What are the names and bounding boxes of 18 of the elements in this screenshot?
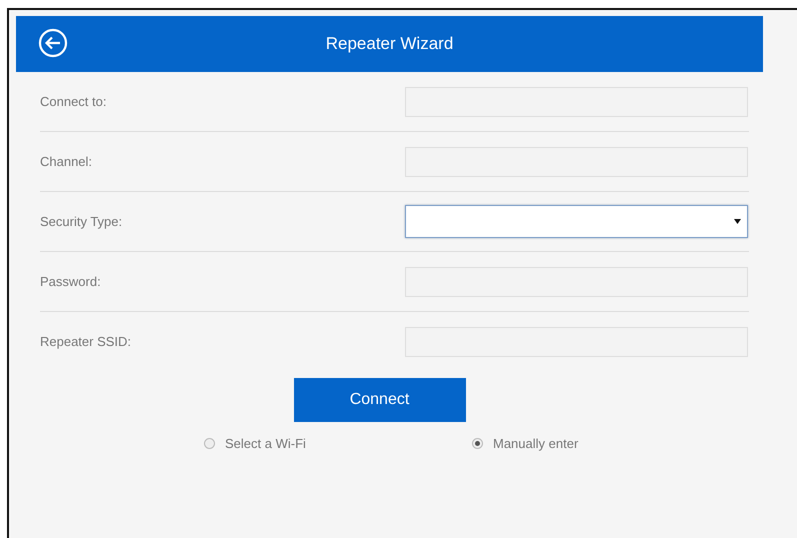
header-title: Repeater Wizard — [326, 33, 454, 56]
field-label: Repeater SSID: — [40, 333, 132, 352]
radio-label: Select a Wi-Fi — [225, 435, 306, 453]
dropdown-caret-icon — [734, 219, 741, 224]
input-field[interactable] — [405, 146, 748, 176]
field-label: Security Type: — [40, 212, 124, 231]
field-label: Connect to: — [40, 92, 108, 111]
radio-button[interactable] — [472, 438, 483, 450]
radio-button[interactable] — [204, 438, 215, 450]
connect-button[interactable]: Connect — [294, 378, 466, 422]
input-field[interactable] — [405, 327, 748, 357]
field-label: Channel: — [40, 152, 94, 171]
back-icon[interactable] — [38, 28, 68, 58]
select-field[interactable] — [405, 205, 748, 238]
radio-label: Manually enter — [493, 435, 578, 453]
field-label: Password: — [40, 272, 102, 291]
input-field[interactable] — [405, 86, 748, 116]
input-field[interactable] — [405, 266, 748, 296]
